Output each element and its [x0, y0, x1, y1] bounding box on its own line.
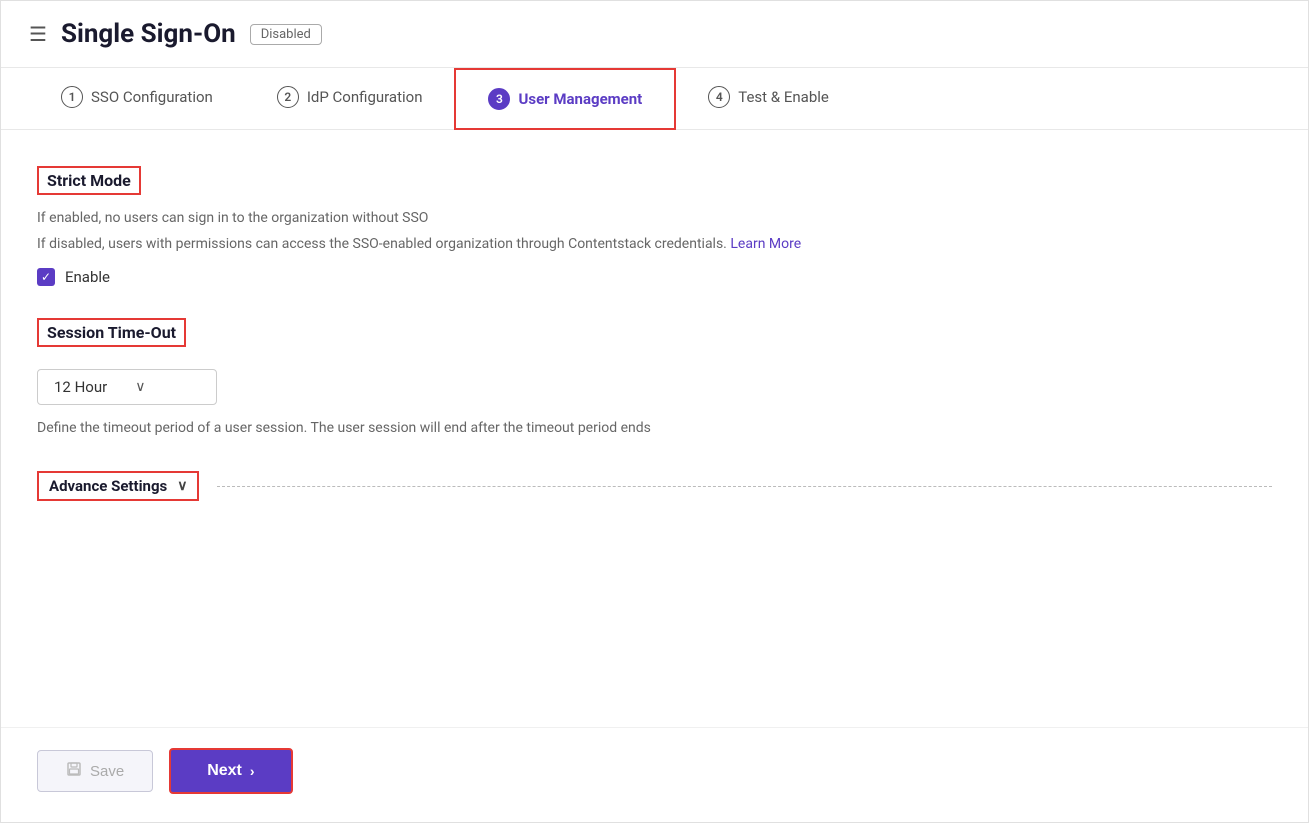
page-title: Single Sign-On	[61, 19, 236, 49]
advance-settings-label-text: Advance Settings	[49, 477, 167, 495]
next-button[interactable]: Next ›	[169, 748, 292, 794]
session-timeout-title: Session Time-Out	[37, 318, 186, 347]
tab-label-user-mgmt: User Management	[518, 90, 642, 108]
tab-number-2: 2	[277, 86, 299, 108]
status-badge: Disabled	[250, 24, 322, 45]
footer: Save Next ›	[1, 727, 1308, 822]
tab-number-1: 1	[61, 86, 83, 108]
tab-idp-configuration[interactable]: 2 IdP Configuration	[245, 68, 455, 129]
enable-label: Enable	[65, 268, 110, 286]
tabs-container: 1 SSO Configuration 2 IdP Configuration …	[1, 68, 1308, 130]
header: ☰ Single Sign-On Disabled	[1, 1, 1308, 68]
dropdown-value: 12 Hour	[54, 378, 107, 396]
session-timeout-desc: Define the timeout period of a user sess…	[37, 417, 1272, 439]
session-timeout-dropdown-row: 12 Hour ∨	[37, 369, 1272, 405]
tab-test-enable[interactable]: 4 Test & Enable	[676, 68, 861, 129]
session-timeout-dropdown[interactable]: 12 Hour ∨	[37, 369, 217, 405]
tab-user-management[interactable]: 3 User Management	[454, 68, 676, 130]
save-icon	[66, 761, 82, 781]
tab-sso-configuration[interactable]: 1 SSO Configuration	[29, 68, 245, 129]
enable-checkbox[interactable]: ✓	[37, 268, 55, 286]
strict-mode-desc1: If enabled, no users can sign in to the …	[37, 207, 1272, 229]
save-button[interactable]: Save	[37, 750, 153, 792]
content-area: Strict Mode If enabled, no users can sig…	[1, 130, 1308, 727]
advance-settings-chevron-icon: ∨	[177, 478, 187, 494]
strict-mode-title: Strict Mode	[37, 166, 141, 195]
save-label: Save	[90, 763, 124, 780]
tab-label-sso: SSO Configuration	[91, 88, 213, 106]
hamburger-icon[interactable]: ☰	[29, 22, 47, 46]
strict-mode-desc2: If disabled, users with permissions can …	[37, 233, 1272, 255]
session-timeout-section: Session Time-Out 12 Hour ∨ Define the ti…	[37, 318, 1272, 439]
advance-settings-divider	[217, 486, 1272, 487]
next-arrow-icon: ›	[250, 763, 255, 779]
checkmark-icon: ✓	[41, 271, 51, 283]
chevron-down-icon: ∨	[135, 379, 145, 395]
tab-label-idp: IdP Configuration	[307, 88, 423, 106]
enable-checkbox-row: ✓ Enable	[37, 268, 1272, 286]
tab-number-3: 3	[488, 88, 510, 110]
advance-settings-toggle[interactable]: Advance Settings ∨	[37, 471, 199, 501]
learn-more-link[interactable]: Learn More	[730, 236, 801, 252]
tab-label-test: Test & Enable	[738, 88, 829, 106]
strict-mode-section: Strict Mode If enabled, no users can sig…	[37, 166, 1272, 286]
advance-settings-row: Advance Settings ∨	[37, 471, 1272, 501]
next-label: Next	[207, 762, 242, 780]
tab-number-4: 4	[708, 86, 730, 108]
